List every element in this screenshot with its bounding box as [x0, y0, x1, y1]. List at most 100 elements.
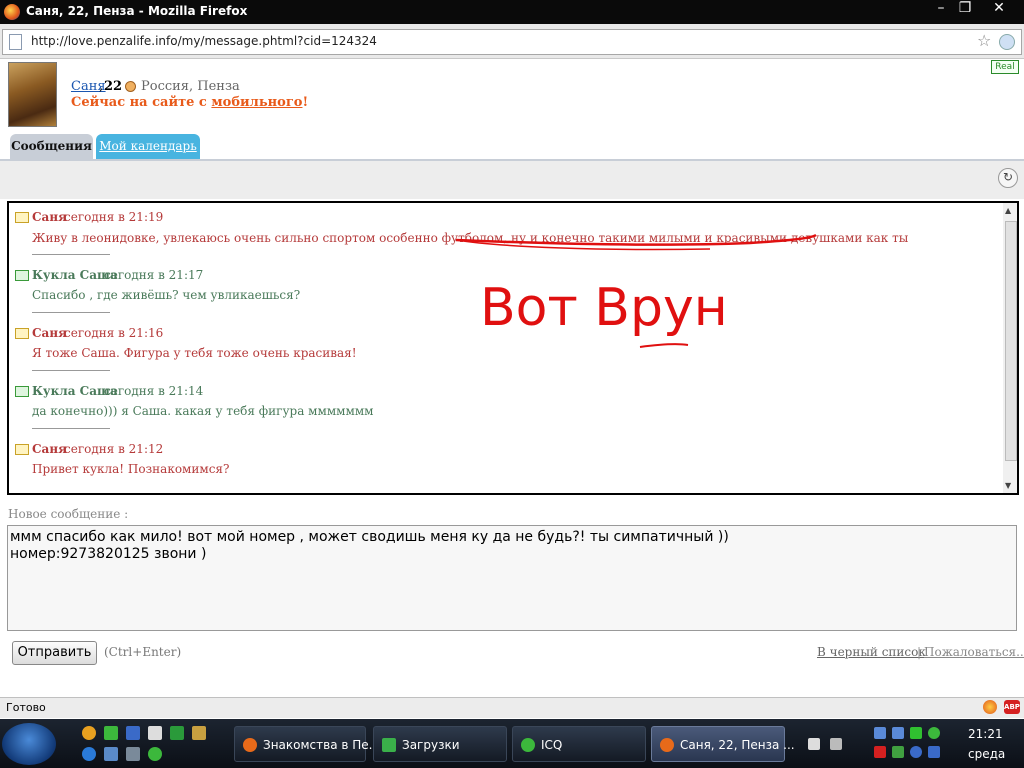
blacklist-link[interactable]: В черный список: [817, 645, 926, 659]
firefox-status-icon[interactable]: [983, 700, 997, 714]
message-draft-line1: ммм спасибо как мило! вот мой номер , мо…: [10, 529, 729, 545]
message-time: сегодня в 21:19: [64, 210, 164, 224]
taskbar-item-active[interactable]: Саня, 22, Пенза ...: [651, 726, 795, 762]
window-title: Саня, 22, Пенза - Mozilla Firefox: [26, 4, 248, 18]
envelope-icon: [15, 212, 29, 223]
message-scrollbar[interactable]: ▲ ▼: [1003, 203, 1017, 493]
quicklaunch-icon[interactable]: [126, 726, 140, 740]
volume-icon[interactable]: [928, 746, 940, 758]
profile-age: 22: [104, 79, 123, 94]
taskbar-item-label: Загрузки: [402, 738, 460, 752]
user-icon: [125, 81, 136, 92]
scroll-up-icon[interactable]: ▲: [1005, 206, 1011, 215]
status-bar: Готово ABP: [0, 697, 1024, 718]
toolbar-strip: [0, 161, 1024, 199]
online-suffix: !: [302, 95, 309, 110]
restore-button[interactable]: ❐: [950, 0, 980, 18]
online-status: Сейчас на сайте с мобильного!: [71, 95, 308, 110]
message-author[interactable]: Саня: [32, 210, 67, 224]
keyboard-icon[interactable]: [808, 738, 820, 750]
network-icon[interactable]: [892, 727, 904, 739]
page-icon: [9, 34, 22, 50]
quicklaunch-icon[interactable]: [148, 726, 162, 740]
handwritten-stroke: [639, 343, 689, 348]
handwritten-text: Вот Врун: [480, 278, 728, 338]
quicklaunch-icon[interactable]: [126, 747, 140, 761]
message-time: сегодня в 21:12: [64, 442, 164, 456]
scroll-down-icon[interactable]: ▼: [1005, 481, 1011, 490]
message-separator: [32, 428, 110, 429]
taskbar-item[interactable]: Знакомства в Пе...: [234, 726, 380, 762]
tab-messages[interactable]: Сообщения: [10, 134, 93, 159]
clock-time[interactable]: 21:21: [968, 727, 1003, 741]
quicklaunch-icon[interactable]: [104, 726, 118, 740]
message-author[interactable]: Саня: [32, 326, 67, 340]
avatar[interactable]: [8, 62, 57, 127]
mobile-link[interactable]: мобильного: [211, 95, 302, 110]
message-text: да конечно))) я Саша. какая у тебя фигур…: [32, 404, 374, 418]
downloads-icon: [382, 738, 396, 752]
message-text: Спасибо , где живёшь? чем увликаешься?: [32, 288, 301, 302]
message-time: сегодня в 21:16: [64, 326, 164, 340]
link-separator: |: [917, 645, 922, 659]
message-author[interactable]: Саня: [32, 442, 67, 456]
message-text: Привет кукла! Познакомимся?: [32, 462, 230, 476]
tray-icon[interactable]: [830, 738, 842, 750]
window-title-bar: Саня, 22, Пенза - Mozilla Firefox – ❐ ✕: [0, 0, 1024, 24]
quicklaunch-icon[interactable]: [170, 726, 184, 740]
start-button[interactable]: [2, 723, 56, 765]
message-text: Я тоже Саша. Фигура у тебя тоже очень кр…: [32, 346, 357, 360]
profile-location: Россия, Пенза: [141, 79, 240, 94]
safely-remove-icon[interactable]: [874, 746, 886, 758]
url-text: http://love.penzalife.info/my/message.ph…: [31, 34, 377, 48]
message-draft-line2: номер:9273820125 звони ): [10, 546, 207, 562]
firefox-icon: [660, 738, 674, 752]
desktop-icon[interactable]: [104, 747, 118, 761]
message-time: сегодня в 21:14: [104, 384, 204, 398]
send-button[interactable]: Отправить: [12, 641, 97, 665]
taskbar-item-label: ICQ: [541, 738, 563, 752]
envelope-icon: [15, 444, 29, 455]
adblock-icon[interactable]: ABP: [1004, 700, 1020, 714]
tray-icon[interactable]: [910, 746, 922, 758]
message-separator: [32, 312, 110, 313]
clock-day: среда: [968, 747, 1006, 761]
scroll-thumb[interactable]: [1005, 221, 1017, 461]
message-separator: [32, 254, 110, 255]
online-prefix: Сейчас на сайте с: [71, 95, 212, 110]
firefox-logo-icon: [4, 4, 20, 20]
icq-icon: [521, 738, 535, 752]
name-comma: ,: [99, 79, 104, 94]
envelope-icon: [15, 328, 29, 339]
envelope-icon: [15, 270, 29, 281]
address-bar: http://love.penzalife.info/my/message.ph…: [0, 24, 1024, 59]
language-icon[interactable]: [999, 34, 1015, 50]
icq-tray-icon[interactable]: [928, 727, 940, 739]
url-field[interactable]: http://love.penzalife.info/my/message.ph…: [2, 29, 1022, 55]
bookmark-star-icon[interactable]: ☆: [977, 31, 991, 50]
message-separator: [32, 370, 110, 371]
taskbar-item-label: Знакомства в Пе...: [263, 738, 381, 752]
taskbar-item[interactable]: Загрузки: [373, 726, 507, 762]
handwritten-annotation: Вот Врун: [455, 233, 817, 348]
new-message-label: Новое сообщение :: [8, 507, 129, 521]
quicklaunch-icon[interactable]: [82, 726, 96, 740]
status-text: Готово: [6, 701, 46, 714]
shortcut-hint: (Ctrl+Enter): [104, 645, 182, 659]
tray-icon[interactable]: [892, 746, 904, 758]
underline-stroke: [455, 233, 817, 246]
ie-icon[interactable]: [82, 747, 96, 761]
close-button[interactable]: ✕: [984, 0, 1014, 18]
envelope-icon: [15, 386, 29, 397]
complain-link[interactable]: Пожаловаться...: [924, 645, 1024, 659]
icq-icon[interactable]: [148, 747, 162, 761]
tab-calendar[interactable]: Мой календарь: [96, 134, 200, 159]
tray-icon[interactable]: [910, 727, 922, 739]
real-badge: Real: [991, 60, 1019, 74]
refresh-icon[interactable]: ↻: [998, 168, 1018, 188]
taskbar-item[interactable]: ICQ: [512, 726, 646, 762]
taskbar-item-label: Саня, 22, Пенза ...: [680, 738, 795, 752]
message-textarea[interactable]: ммм спасибо как мило! вот мой номер , мо…: [7, 525, 1017, 631]
quicklaunch-icon[interactable]: [192, 726, 206, 740]
network-icon[interactable]: [874, 727, 886, 739]
